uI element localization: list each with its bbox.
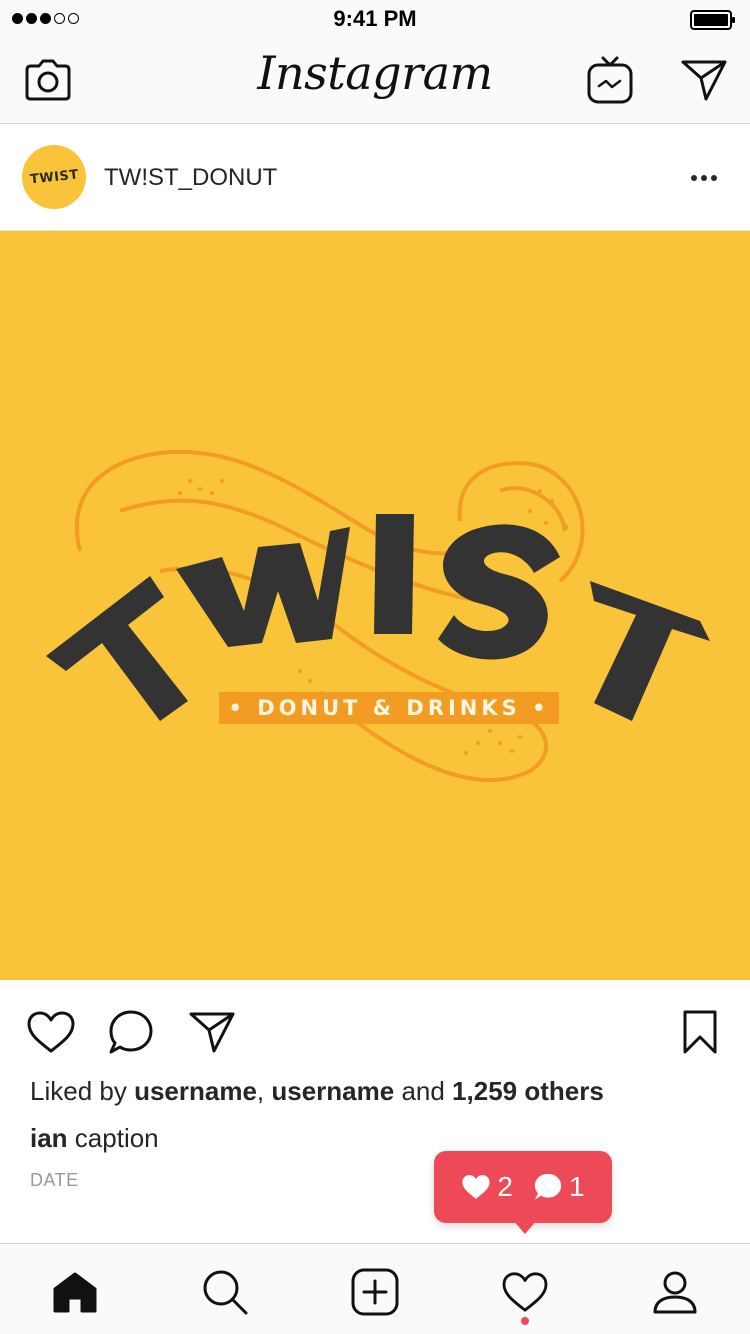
brand-tagline: • DONUT & DRINKS • <box>219 692 559 724</box>
notification-likes-count: 2 <box>497 1171 513 1202</box>
liker-username-2[interactable]: username <box>271 1076 394 1106</box>
post-username[interactable]: TW!ST_DONUT <box>104 164 277 192</box>
status-time: 9:41 PM <box>333 6 417 31</box>
post-image[interactable]: • DONUT & DRINKS • <box>0 231 750 980</box>
post-header: TWIST TW!ST_DONUT <box>0 124 750 231</box>
more-options-icon[interactable] <box>684 164 724 192</box>
status-bar: 9:41 PM <box>0 0 750 40</box>
avatar[interactable]: TWIST <box>22 145 86 209</box>
post-date: DATE <box>30 1170 79 1190</box>
notification-likes: 2 <box>461 1171 513 1203</box>
add-post-icon[interactable] <box>347 1264 403 1320</box>
more-dot <box>701 175 707 181</box>
liker-username-1[interactable]: username <box>134 1076 257 1106</box>
igtv-icon[interactable] <box>584 54 636 106</box>
notification-comments: 1 <box>533 1171 585 1203</box>
more-dot <box>711 175 717 181</box>
direct-message-icon[interactable] <box>678 54 730 106</box>
avatar-logo-text: TWIST <box>28 166 80 188</box>
donut-logo-illustration <box>46 449 710 782</box>
likes-count[interactable]: 1,259 others <box>452 1076 604 1106</box>
search-icon[interactable] <box>197 1264 253 1320</box>
instagram-logo: Instagram <box>257 46 493 100</box>
comment-bubble-icon <box>534 1173 562 1200</box>
activity-notification-bubble[interactable]: 2 1 <box>434 1151 612 1223</box>
profile-icon[interactable] <box>647 1264 703 1320</box>
notification-tail <box>513 1220 537 1234</box>
caption-text: caption <box>67 1123 159 1153</box>
likes-separator: , <box>256 1076 272 1106</box>
top-navigation: Instagram <box>0 40 750 124</box>
likes-summary: Liked by username, username and 1,259 ot… <box>30 1076 604 1107</box>
post-caption: ian caption <box>30 1123 159 1154</box>
notification-comments-count: 1 <box>569 1171 585 1202</box>
caption-username[interactable]: ian <box>30 1123 68 1153</box>
bookmark-icon[interactable] <box>674 1006 726 1058</box>
comment-icon[interactable] <box>105 1006 157 1058</box>
likes-middle: and <box>394 1076 453 1106</box>
battery-icon <box>690 10 735 30</box>
activity-indicator-dot <box>521 1317 529 1325</box>
like-heart-icon[interactable] <box>25 1006 77 1058</box>
post-actions <box>0 980 750 1080</box>
more-dot <box>691 175 697 181</box>
home-icon[interactable] <box>47 1264 103 1320</box>
bottom-tab-bar <box>0 1243 750 1334</box>
brand-lettering <box>46 514 710 721</box>
heart-icon <box>462 1175 491 1199</box>
activity-heart-icon[interactable] <box>497 1264 553 1320</box>
likes-prefix: Liked by <box>30 1076 135 1106</box>
share-icon[interactable] <box>186 1006 238 1058</box>
